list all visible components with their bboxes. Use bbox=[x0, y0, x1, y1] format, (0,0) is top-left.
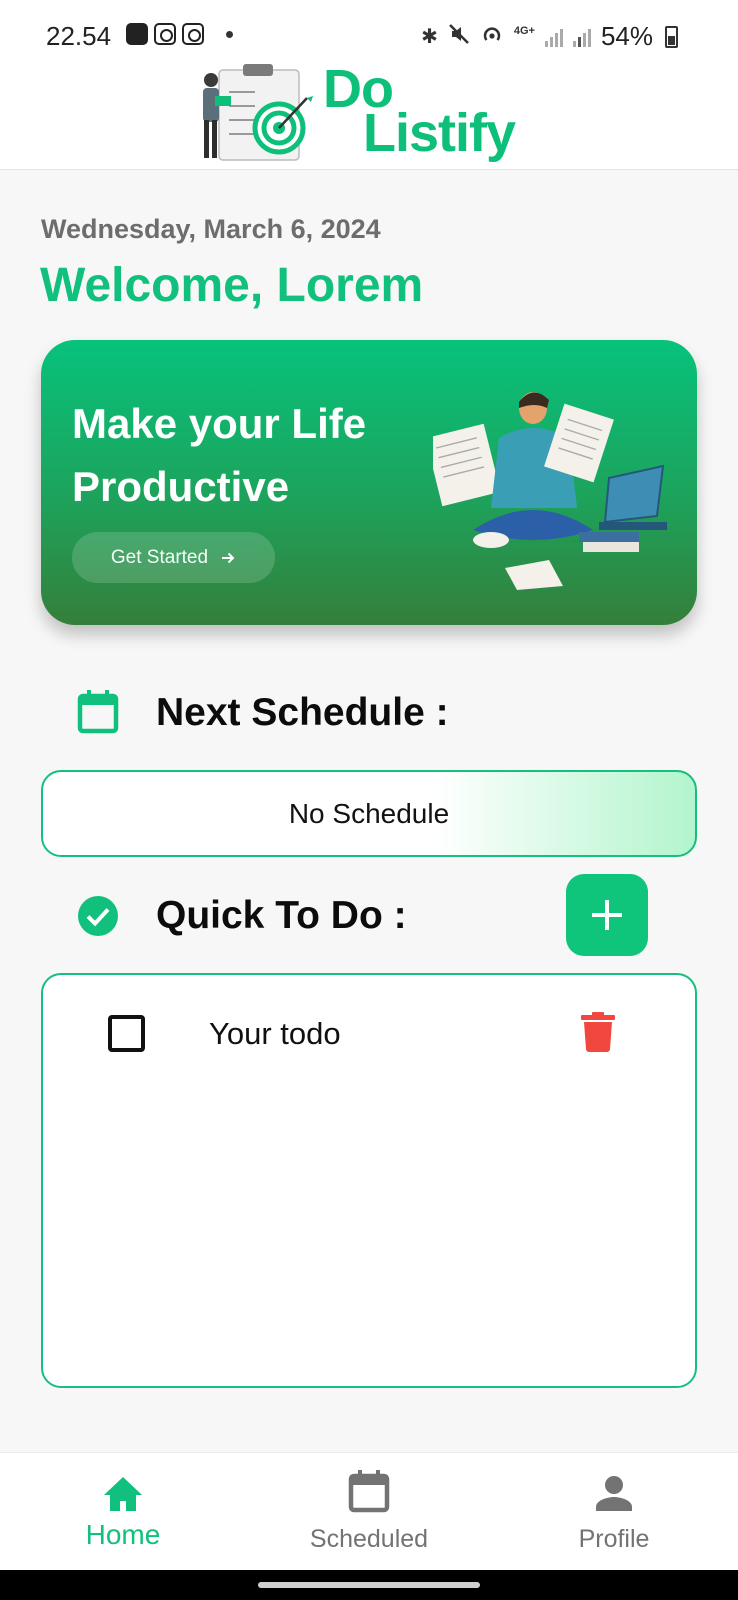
instagram-notification-icon bbox=[182, 23, 204, 45]
home-icon bbox=[104, 1477, 142, 1511]
notification-icons bbox=[126, 23, 233, 45]
system-icons: ✱ 4G+ 54% bbox=[421, 21, 678, 52]
person-icon bbox=[596, 1476, 632, 1511]
get-started-button[interactable]: Get Started bbox=[72, 532, 275, 583]
get-started-label: Get Started bbox=[110, 546, 209, 568]
logo-text: Listify bbox=[363, 103, 516, 163]
battery-level: 54% bbox=[600, 21, 653, 51]
app-logo: Do Listify bbox=[195, 58, 545, 163]
calendar-icon bbox=[77, 690, 119, 734]
next-schedule-title: Next Schedule : bbox=[156, 691, 449, 734]
status-bar: 22.54 ✱ 4G+ 54% bbox=[0, 14, 738, 58]
home-gesture-handle[interactable] bbox=[258, 1582, 480, 1588]
signal-icon bbox=[544, 27, 563, 47]
reading-person-illustration bbox=[433, 392, 667, 590]
app-header: 22.54 ✱ 4G+ 54% Do Listify bbox=[0, 0, 738, 170]
gallery-notification-icon bbox=[126, 23, 148, 45]
todo-list: Your todo bbox=[41, 973, 697, 1388]
nav-profile-label: Profile bbox=[578, 1525, 650, 1553]
calendar-icon bbox=[348, 1470, 390, 1513]
no-schedule-text: No Schedule bbox=[288, 797, 450, 829]
arrow-right-icon bbox=[222, 552, 235, 563]
more-notifications-dot-icon bbox=[226, 30, 233, 38]
todo-text: Your todo bbox=[209, 1016, 341, 1051]
check-circle-icon bbox=[78, 896, 118, 936]
next-schedule-card[interactable]: No Schedule bbox=[41, 770, 697, 857]
instagram-notification-icon bbox=[154, 23, 176, 45]
welcome-title: Welcome, Lorem bbox=[40, 259, 424, 312]
bottom-navigation: Home Scheduled Profile bbox=[0, 1452, 738, 1570]
battery-icon bbox=[665, 25, 678, 48]
trash-icon[interactable] bbox=[581, 1012, 615, 1052]
signal-icon bbox=[572, 27, 591, 47]
nav-scheduled[interactable]: Scheduled bbox=[269, 1453, 469, 1571]
mute-icon bbox=[448, 23, 470, 51]
quick-todo-title: Quick To Do : bbox=[156, 894, 407, 937]
current-date: Wednesday, March 6, 2024 bbox=[41, 214, 381, 244]
status-time: 22.54 bbox=[46, 21, 112, 51]
plus-icon bbox=[592, 900, 622, 930]
network-type: 4G+ bbox=[513, 24, 535, 37]
logo-illustration bbox=[203, 64, 313, 161]
todo-checkbox[interactable] bbox=[108, 1015, 145, 1052]
nav-profile[interactable]: Profile bbox=[514, 1453, 714, 1571]
hotspot-icon bbox=[480, 23, 504, 51]
banner-title: Make your Life Productive bbox=[72, 400, 367, 510]
nav-scheduled-label: Scheduled bbox=[309, 1525, 429, 1553]
add-todo-button[interactable] bbox=[566, 874, 648, 956]
nav-home-label: Home bbox=[85, 1519, 161, 1550]
bluetooth-icon: ✱ bbox=[421, 26, 438, 48]
nav-home[interactable]: Home bbox=[23, 1453, 223, 1571]
promo-banner: Make your Life Productive Get Started bbox=[41, 340, 697, 625]
system-gesture-bar bbox=[0, 1570, 738, 1600]
